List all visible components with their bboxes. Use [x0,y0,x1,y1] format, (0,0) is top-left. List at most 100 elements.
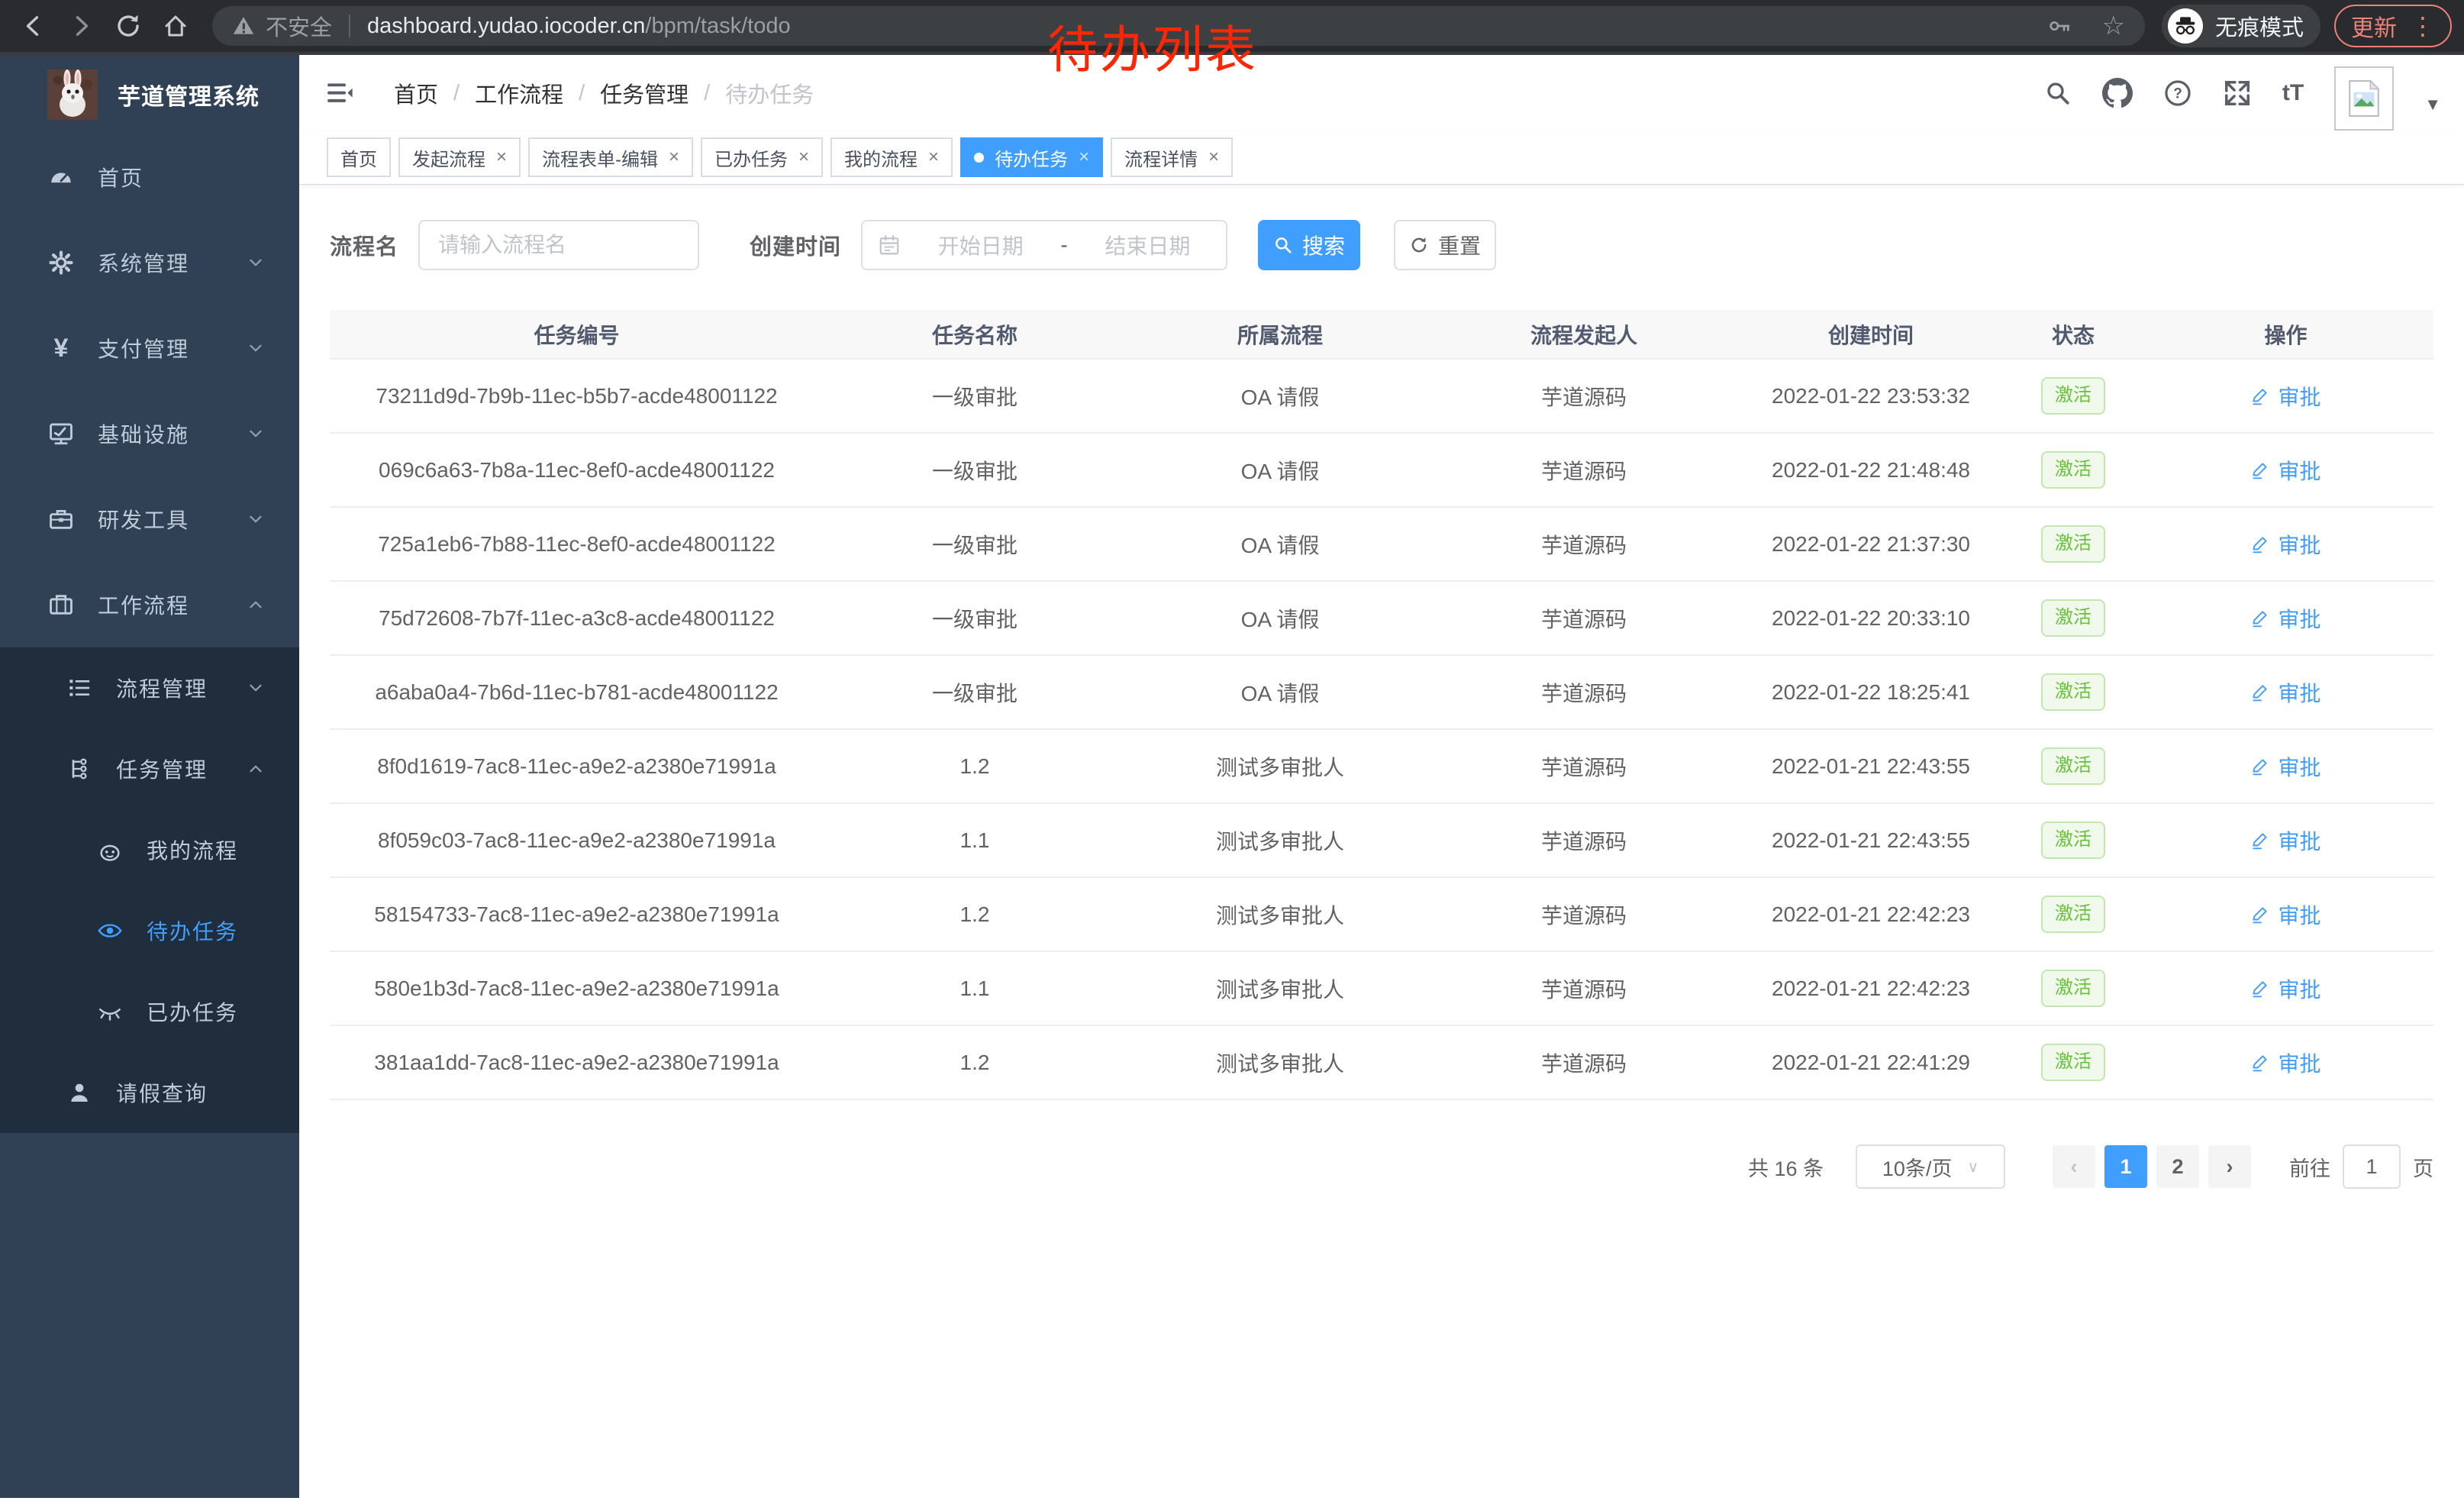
page-button-2[interactable]: 2 [2156,1145,2199,1188]
help-icon[interactable]: ? [2163,79,2192,108]
search-button[interactable]: 搜索 [1258,220,1360,270]
reload-icon[interactable] [114,12,142,40]
fullscreen-icon[interactable] [2223,79,2252,108]
approve-link[interactable]: 审批 [2250,603,2320,634]
forward-icon[interactable] [67,12,95,40]
tab-todo-tasks[interactable]: 待办任务× [960,137,1103,177]
sidebar-item-infrastructure[interactable]: 基础设施 [0,391,299,476]
start-date-placeholder[interactable]: 开始日期 [918,230,1043,260]
status-badge: 激活 [2041,970,2105,1007]
toolbox-icon [47,506,75,532]
cell-create-time: 2022-01-22 21:48:48 [1734,433,2008,507]
sidebar-item-workflow[interactable]: 工作流程 [0,562,299,647]
tab-home[interactable]: 首页 [327,137,391,177]
security-label[interactable]: 不安全 [266,10,332,42]
approve-link[interactable]: 审批 [2250,381,2320,412]
close-icon[interactable]: × [496,147,507,168]
tab-start-process[interactable]: 发起流程× [398,137,521,177]
sidebar-item-label: 任务管理 [116,754,208,784]
tab-my-process[interactable]: 我的流程× [830,137,953,177]
sidebar-item-home[interactable]: 首页 [0,134,299,220]
process-name-input[interactable] [418,220,699,270]
font-size-icon[interactable]: tT [2282,80,2304,106]
approve-link[interactable]: 审批 [2250,1047,2320,1078]
browser-update-button[interactable]: 更新 ⋮ [2334,5,2452,47]
sidebar-item-leave-query[interactable]: 请假查询 [0,1052,299,1133]
yen-icon: ¥ [47,334,75,363]
url-path[interactable]: /bpm/task/todo [645,14,790,39]
sidebar-item-done-tasks[interactable]: 已办任务 [0,971,299,1052]
next-page-button[interactable]: › [2208,1145,2251,1188]
avatar-caret-icon[interactable]: ▼ [2424,95,2441,115]
close-icon[interactable]: × [928,147,939,168]
close-icon[interactable]: × [1208,147,1219,168]
sidebar-item-system-mgmt[interactable]: 系统管理 [0,220,299,305]
breadcrumb-home[interactable]: 首页 [394,77,438,109]
url-host[interactable]: dashboard.yudao.iocoder.cn [367,14,645,39]
github-icon[interactable] [2102,78,2133,108]
date-range-picker[interactable]: 开始日期 - 结束日期 [861,220,1227,270]
approve-link[interactable]: 审批 [2250,825,2320,856]
goto-label: 前往 [2289,1152,2330,1182]
todo-list-annotation: 待办列表 [1047,9,1258,82]
breadcrumb-separator: / [579,81,585,106]
approve-link[interactable]: 审批 [2250,899,2320,930]
avatar[interactable] [2334,66,2394,131]
close-icon[interactable]: × [1079,147,1089,168]
sidebar-item-process-mgmt[interactable]: 流程管理 [0,647,299,728]
sidebar-item-payment-mgmt[interactable]: ¥ 支付管理 [0,305,299,391]
goto-page-input[interactable] [2343,1144,2401,1189]
approve-link[interactable]: 审批 [2250,677,2320,708]
incognito-badge: 无痕模式 [2162,5,2320,47]
bookmark-star-icon[interactable]: ☆ [2102,11,2125,41]
approve-link[interactable]: 审批 [2250,455,2320,486]
chevron-up-icon [246,759,266,779]
close-icon[interactable]: × [798,147,809,168]
cell-actions: 审批 [2138,655,2433,729]
insecure-warning-icon[interactable] [232,15,255,37]
browser-menu-icon[interactable]: ⋮ [2411,11,2435,40]
sidebar-collapse-icon[interactable] [325,79,354,108]
cell-task-id: 725a1eb6-7b88-11ec-8ef0-acde48001122 [330,507,824,581]
edit-pencil-icon [2250,979,2270,999]
approve-link[interactable]: 审批 [2250,751,2320,782]
back-icon[interactable] [20,12,47,40]
incognito-label: 无痕模式 [2215,10,2304,42]
reset-button[interactable]: 重置 [1394,220,1496,270]
cell-process: 测试多审批人 [1126,877,1434,951]
key-icon[interactable] [2047,14,2072,38]
incognito-icon [2168,8,2203,44]
approve-link[interactable]: 审批 [2250,973,2320,1004]
end-date-placeholder[interactable]: 结束日期 [1085,230,1211,260]
filter-bar: 流程名 创建时间 开始日期 - 结束日期 搜索 重置 [330,220,2433,270]
tab-done-tasks[interactable]: 已办任务× [701,137,823,177]
search-icon[interactable] [2044,79,2072,107]
app-logo-row[interactable]: 芋道管理系统 [0,55,299,134]
approve-link[interactable]: 审批 [2250,529,2320,560]
home-icon[interactable] [162,12,189,40]
cell-starter: 芋道源码 [1434,433,1734,507]
close-icon[interactable]: × [669,147,679,168]
update-label[interactable]: 更新 [2351,9,2397,43]
tab-process-detail[interactable]: 流程详情× [1111,137,1233,177]
page-size-select[interactable]: 10条/页 ∨ [1856,1144,2005,1189]
list-tree-icon [66,676,93,700]
chevron-down-icon [246,253,266,273]
sidebar-item-my-process[interactable]: 我的流程 [0,809,299,890]
cell-create-time: 2022-01-21 22:43:55 [1734,729,2008,803]
tab-process-form-edit[interactable]: 流程表单-编辑× [528,137,693,177]
col-starter: 流程发起人 [1434,310,1734,359]
cell-status: 激活 [2008,359,2138,433]
process-name-label: 流程名 [330,229,398,261]
page-button-1[interactable]: 1 [2104,1145,2147,1188]
status-badge: 激活 [2041,377,2105,415]
sidebar-item-task-mgmt[interactable]: 任务管理 [0,728,299,809]
sidebar-item-dev-tools[interactable]: 研发工具 [0,476,299,562]
breadcrumb-workflow[interactable]: 工作流程 [475,77,563,109]
breadcrumb-task-mgmt[interactable]: 任务管理 [600,77,689,109]
cell-starter: 芋道源码 [1434,877,1734,951]
gear-icon [47,250,75,276]
prev-page-button[interactable]: ‹ [2053,1145,2095,1188]
sidebar-item-todo-tasks[interactable]: 待办任务 [0,890,299,971]
cell-actions: 审批 [2138,951,2433,1025]
